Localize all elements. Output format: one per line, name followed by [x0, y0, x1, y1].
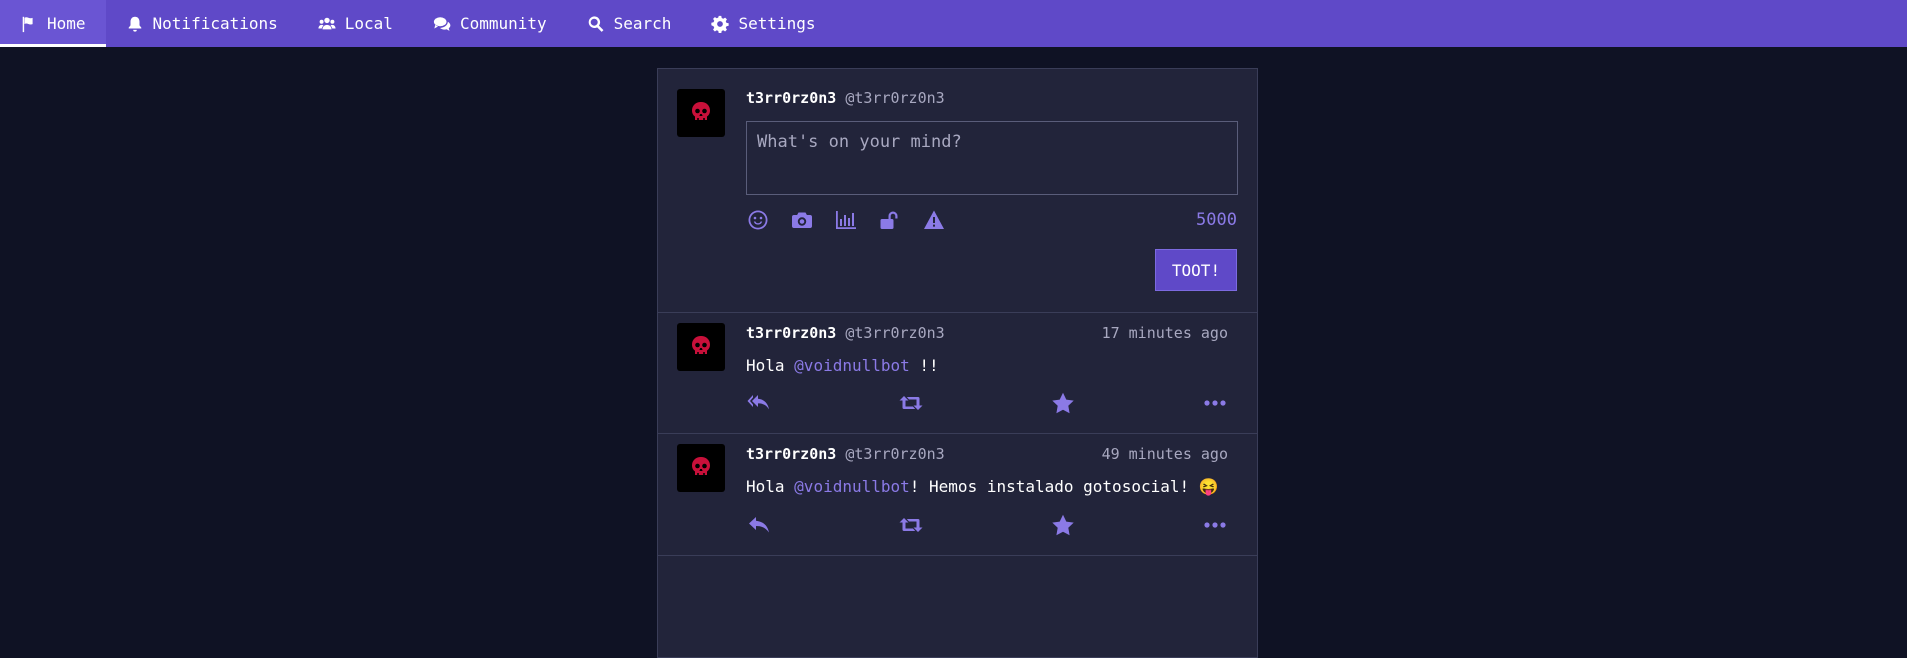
toot-button[interactable]: TOOT!	[1155, 249, 1237, 291]
status-text: Hola	[746, 356, 795, 375]
avatar[interactable]	[677, 89, 725, 137]
status-text: Hola	[746, 477, 795, 496]
nav-home-label: Home	[47, 14, 86, 33]
nav-community[interactable]: Community	[413, 0, 567, 47]
top-nav: Home Notifications Local Community Searc…	[0, 0, 1907, 47]
status-item: t3rr0rz0n3 @t3rr0rz0n3 17 minutes ago Ho…	[658, 313, 1257, 434]
composer-toolbar	[746, 208, 946, 232]
gear-icon	[711, 15, 730, 33]
display-name[interactable]: t3rr0rz0n3	[746, 89, 836, 107]
poll-icon	[836, 211, 856, 229]
reply-button[interactable]	[746, 513, 772, 537]
status-content: Hola @voidnullbot !!	[746, 356, 939, 375]
favourite-button[interactable]	[1050, 391, 1076, 415]
nav-home[interactable]: Home	[0, 0, 106, 47]
nav-community-label: Community	[459, 14, 547, 33]
status-composer: t3rr0rz0n3 @t3rr0rz0n3 5000 TOOT!	[658, 69, 1257, 313]
display-name[interactable]: t3rr0rz0n3	[746, 445, 836, 463]
status-item: t3rr0rz0n3 @t3rr0rz0n3 49 minutes ago Ho…	[658, 434, 1257, 556]
character-counter: 5000	[1196, 210, 1237, 230]
emoji-button[interactable]	[746, 208, 770, 232]
status-account: t3rr0rz0n3 @t3rr0rz0n3	[746, 324, 945, 342]
nav-notifications[interactable]: Notifications	[106, 0, 298, 47]
flag-icon	[22, 16, 33, 32]
bell-icon	[128, 16, 141, 32]
reply-all-icon	[747, 395, 769, 410]
avatar[interactable]	[677, 444, 725, 492]
ellipsis-icon	[1204, 522, 1226, 528]
comments-icon	[433, 16, 451, 31]
retweet-icon	[899, 518, 923, 532]
status-text: !!	[909, 356, 939, 375]
mention-link[interactable]: @voidnullbot	[794, 356, 910, 375]
content-warning-button[interactable]	[922, 208, 946, 232]
retweet-icon	[899, 396, 923, 410]
nav-settings-label: Settings	[738, 14, 816, 33]
skull-icon	[692, 457, 710, 475]
status-actions	[746, 513, 1228, 537]
boost-button[interactable]	[898, 513, 924, 537]
star-icon	[1052, 514, 1074, 536]
status-timestamp[interactable]: 17 minutes ago	[1102, 324, 1228, 342]
status-input[interactable]	[746, 121, 1238, 195]
status-account: t3rr0rz0n3 @t3rr0rz0n3	[746, 445, 945, 463]
boost-button[interactable]	[898, 391, 924, 415]
users-icon	[318, 17, 336, 29]
reply-icon	[749, 517, 769, 533]
nav-settings[interactable]: Settings	[691, 0, 835, 47]
ellipsis-icon	[1204, 400, 1226, 406]
visibility-button[interactable]	[878, 208, 902, 232]
skull-icon	[692, 102, 710, 120]
favourite-button[interactable]	[1050, 513, 1076, 537]
search-icon	[588, 15, 604, 32]
status-content: Hola @voidnullbot! Hemos instalado gotos…	[746, 477, 1219, 496]
mention-link[interactable]: @voidnullbot	[794, 477, 910, 496]
unlock-icon	[880, 211, 898, 229]
display-name[interactable]: t3rr0rz0n3	[746, 324, 836, 342]
skull-icon	[692, 336, 710, 354]
status-actions	[746, 391, 1228, 415]
camera-icon	[792, 212, 812, 228]
star-icon	[1052, 392, 1074, 414]
more-button[interactable]	[1202, 513, 1228, 537]
composer-account: t3rr0rz0n3 @t3rr0rz0n3	[746, 89, 945, 107]
nav-local-label: Local	[344, 14, 393, 33]
warning-icon	[924, 210, 944, 229]
avatar[interactable]	[677, 323, 725, 371]
status-text: ! Hemos instalado gotosocial! 😝	[909, 477, 1219, 496]
nav-search[interactable]: Search	[567, 0, 692, 47]
timeline-column: t3rr0rz0n3 @t3rr0rz0n3 5000 TOOT!	[657, 68, 1258, 658]
nav-notifications-label: Notifications	[152, 14, 278, 33]
account-handle[interactable]: @t3rr0rz0n3	[845, 324, 944, 342]
nav-search-label: Search	[613, 14, 672, 33]
more-button[interactable]	[1202, 391, 1228, 415]
nav-local[interactable]: Local	[298, 0, 413, 47]
account-handle[interactable]: @t3rr0rz0n3	[845, 89, 944, 107]
media-button[interactable]	[790, 208, 814, 232]
status-timestamp[interactable]: 49 minutes ago	[1102, 445, 1228, 463]
account-handle[interactable]: @t3rr0rz0n3	[845, 445, 944, 463]
reply-all-button[interactable]	[746, 391, 772, 415]
poll-button[interactable]	[834, 208, 858, 232]
emoji-icon	[748, 210, 768, 230]
